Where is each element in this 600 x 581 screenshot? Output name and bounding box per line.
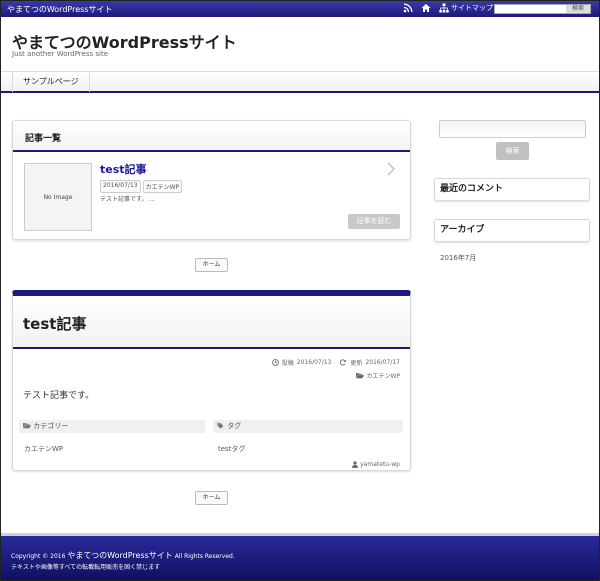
post-thumbnail-placeholder[interactable]: No Image	[24, 163, 92, 231]
post-list-header: 記事一覧	[13, 121, 410, 152]
folder-open-icon	[356, 373, 365, 379]
top-bar-icons: サイトマップ	[403, 3, 493, 13]
tag-link[interactable]: testタグ	[218, 444, 245, 454]
author-name: yamatetu-wp	[360, 461, 400, 468]
article-category-label: カエテンWP	[366, 373, 400, 380]
article-title: test記事	[23, 315, 87, 333]
article-author[interactable]: yamatetu-wp	[352, 461, 400, 468]
home-button-bottom[interactable]: ホーム	[195, 491, 228, 505]
top-bar: やまてつのWordPressサイト サイトマップ 検索	[1, 1, 599, 17]
posted-label: 投稿	[281, 360, 294, 367]
copyright-prefix: Copyright © 2016	[11, 553, 66, 560]
article-card: test記事 投稿 2016/07/13 更新 2016/07/17 カエテンW…	[12, 290, 411, 471]
folder-open-icon	[23, 423, 31, 429]
article-dates: 投稿 2016/07/13 更新 2016/07/17	[271, 358, 400, 367]
recent-comments-widget: 最近のコメント	[434, 178, 590, 201]
updated-label: 更新	[350, 360, 363, 367]
sidebar-search-input[interactable]	[439, 120, 586, 138]
refresh-icon	[340, 359, 347, 366]
category-heading: カテゴリー	[33, 422, 69, 430]
read-more-button[interactable]: 記事を読む	[348, 214, 400, 229]
post-title-link[interactable]: test記事	[100, 161, 147, 177]
posted-date: 2016/07/13	[296, 359, 332, 366]
nav-item-sample-page[interactable]: サンプルページ	[12, 72, 90, 92]
category-link[interactable]: カエテンWP	[24, 444, 63, 454]
post-category-chip[interactable]: カエテンWP	[142, 180, 183, 193]
archives-heading: アーカイブ	[440, 225, 485, 235]
archives-widget: アーカイブ	[434, 219, 590, 242]
article-category[interactable]: カエテンWP	[356, 371, 400, 380]
tag-heading: タグ	[227, 422, 242, 430]
rss-icon[interactable]	[403, 3, 413, 13]
post-list-item[interactable]: No Image test記事 2016/07/13 カエテンWP テスト記事で…	[13, 154, 410, 240]
no-image-text: No Image	[43, 193, 73, 201]
post-list-heading: 記事一覧	[25, 134, 62, 144]
updated-date: 2016/07/17	[365, 359, 400, 366]
archive-link-2016-07[interactable]: 2016年7月	[440, 253, 476, 263]
sitemap-link[interactable]: サイトマップ	[439, 3, 493, 13]
sidebar-search-button[interactable]: 検索	[496, 142, 529, 160]
recent-comments-heading: 最近のコメント	[440, 184, 504, 194]
global-nav: サンプルページ	[1, 71, 599, 93]
sitemap-icon	[439, 3, 449, 13]
post-excerpt: テスト記事です。 ...	[100, 196, 156, 203]
footer: Copyright © 2016 やまてつのWordPressサイト All R…	[1, 533, 599, 580]
top-bar-site-name[interactable]: やまてつのWordPressサイト	[7, 4, 112, 15]
tags-icon	[217, 422, 224, 429]
sitemap-label: サイトマップ	[451, 4, 493, 12]
tag-heading-box: タグ	[213, 420, 403, 433]
site-tagline: Just another WordPress site	[12, 50, 109, 58]
chevron-right-icon[interactable]	[387, 162, 395, 176]
post-meta: 2016/07/13 カエテンWP	[100, 180, 183, 193]
article-body: テスト記事です。	[23, 391, 95, 401]
home-button-top[interactable]: ホーム	[195, 258, 228, 272]
footer-site-name[interactable]: やまてつのWordPressサイト	[67, 551, 172, 560]
article-header: test記事	[13, 296, 410, 349]
post-date-chip: 2016/07/13	[100, 180, 141, 193]
home-icon[interactable]	[421, 3, 431, 13]
user-icon	[352, 461, 359, 468]
clock-icon	[271, 359, 279, 366]
footer-notice: テキストや画像等すべての転載転用販売を固く禁じます	[11, 564, 161, 571]
top-search-button[interactable]: 検索	[566, 5, 590, 13]
copyright-suffix: All Rights Reserved.	[174, 553, 235, 560]
post-list-card: 記事一覧 No Image test記事 2016/07/13 カエテンWP テ…	[12, 120, 411, 240]
footer-copyright: Copyright © 2016 やまてつのWordPressサイト All R…	[11, 550, 235, 561]
top-search-input[interactable]: 検索	[494, 4, 591, 14]
category-heading-box: カテゴリー	[19, 420, 205, 433]
